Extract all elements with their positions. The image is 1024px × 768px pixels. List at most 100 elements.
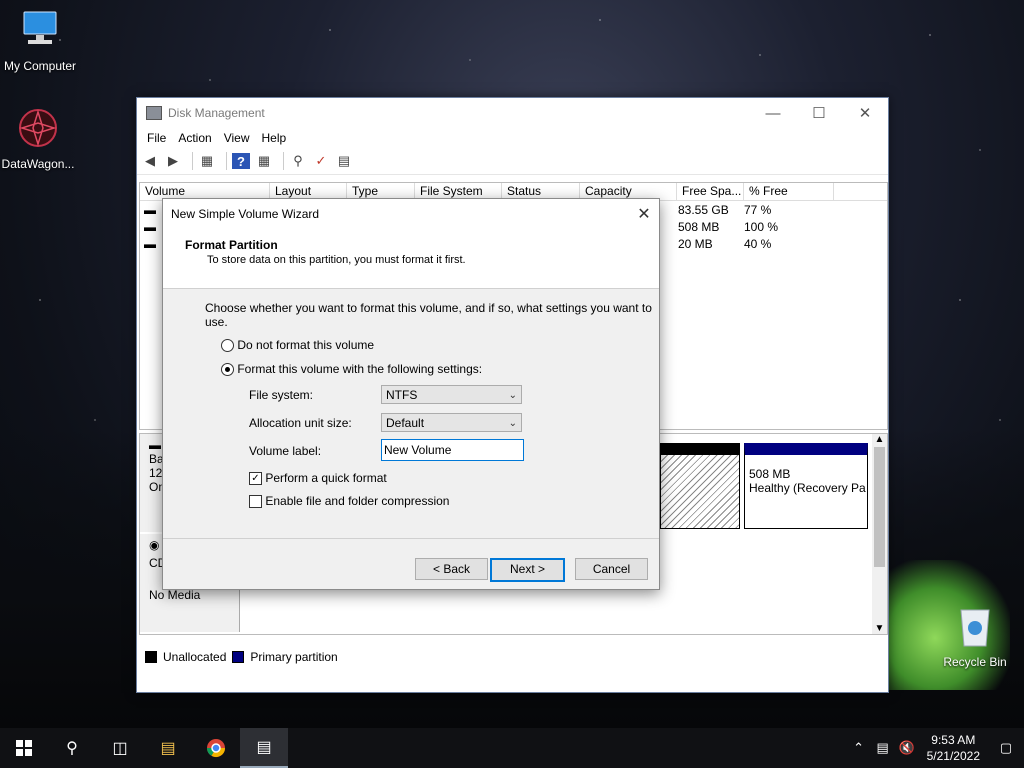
quick-format-checkbox[interactable]: ✓	[249, 472, 262, 486]
scroll-up-icon[interactable]: ▲	[872, 434, 887, 445]
back-button[interactable]: < Back	[415, 558, 488, 580]
volume-label-input[interactable]: New Volume	[381, 439, 524, 461]
connect-icon[interactable]: ⚲	[289, 153, 307, 169]
alloc-label: Allocation unit size:	[249, 416, 352, 430]
table-row-pct: 77 %	[744, 203, 772, 217]
minimize-button[interactable]: —	[750, 98, 796, 128]
chevron-down-icon: ⌄	[508, 390, 517, 401]
properties-icon[interactable]: ▦	[255, 153, 273, 169]
allocation-unit-select[interactable]: Default ⌄	[381, 413, 522, 432]
desktop-icon-label: DataWagon...	[1, 157, 75, 171]
file-system-select[interactable]: NTFS ⌄	[381, 385, 522, 404]
menu-action[interactable]: Action	[172, 131, 217, 145]
partition-recovery[interactable]: 508 MB Healthy (Recovery Pa	[744, 443, 868, 529]
windows-logo-icon	[16, 740, 32, 756]
datawagon-icon	[0, 106, 78, 153]
search-icon[interactable]: ⚲	[48, 728, 96, 768]
help-icon[interactable]: ?	[232, 153, 250, 169]
quick-format-option[interactable]: ✓ Perform a quick format	[249, 471, 387, 486]
show-hide-console-tree-icon[interactable]: ▦	[198, 153, 216, 169]
volume-label-value: New Volume	[384, 443, 452, 457]
dialog-button-bar: < Back Next > Cancel	[163, 538, 659, 589]
scroll-down-icon[interactable]: ▼	[872, 623, 887, 634]
partition-status: Healthy (Recovery Pa	[749, 481, 866, 495]
maximize-button[interactable]: ☐	[796, 98, 842, 128]
chevron-down-icon: ⌄	[508, 418, 517, 429]
close-button[interactable]: ✕	[842, 98, 888, 128]
volume-icon: ▬	[144, 220, 156, 234]
radio-button-selected[interactable]	[221, 363, 234, 377]
dialog-close-icon[interactable]: ✕	[629, 204, 659, 224]
table-row-free: 83.55 GB	[678, 203, 729, 217]
desktop-icon-label: My Computer	[3, 59, 77, 73]
table-row-pct: 40 %	[744, 237, 772, 251]
col-free-space[interactable]: Free Spa...	[677, 183, 744, 200]
next-button[interactable]: Next >	[490, 558, 565, 582]
taskbar: ⚲ ◫ ▤ ▤ ⌃ ▤ 🔇 9:53 AM 5/21/2022 ▢	[0, 728, 1024, 768]
compression-option[interactable]: Enable file and folder compression	[249, 494, 450, 509]
cdrom-status: No Media	[149, 588, 201, 602]
disk-management-taskbar-icon[interactable]: ▤	[240, 728, 288, 768]
legend: Unallocated Primary partition	[139, 647, 886, 667]
col-percent-free[interactable]: % Free	[744, 183, 834, 200]
check-icon[interactable]: ✓	[312, 153, 330, 169]
clock-time: 9:53 AM	[931, 733, 976, 747]
network-icon[interactable]: ▤	[871, 740, 895, 756]
legend-primary-swatch	[232, 651, 245, 663]
partition-hatched[interactable]	[660, 443, 740, 529]
window-titlebar[interactable]: Disk Management — ☐ ✕	[137, 98, 888, 128]
dialog-heading: Format Partition	[185, 238, 278, 252]
file-explorer-icon[interactable]: ▤	[144, 728, 192, 768]
toolbar: ◀ ▶ ▦ ? ▦ ⚲ ✓ ▤	[137, 148, 888, 175]
disk-management-icon	[146, 106, 162, 120]
partition-size: 508 MB	[749, 467, 791, 481]
legend-unallocated: Unallocated	[163, 650, 227, 664]
forward-arrow-icon[interactable]: ▶	[164, 153, 182, 169]
table-row-pct: 100 %	[744, 220, 779, 234]
radio-format-label: Format this volume with the following se…	[237, 362, 483, 376]
compression-label: Enable file and folder compression	[265, 494, 450, 508]
dialog-subheading: To store data on this partition, you mus…	[207, 254, 466, 266]
menu-file[interactable]: File	[141, 131, 172, 145]
back-arrow-icon[interactable]: ◀	[141, 153, 159, 169]
chrome-icon[interactable]	[192, 728, 240, 768]
volume-muted-icon[interactable]: 🔇	[895, 740, 919, 756]
desktop-icon-my-computer[interactable]: My Computer	[0, 8, 80, 73]
vertical-scrollbar[interactable]: ▲ ▼	[872, 434, 887, 634]
start-button[interactable]	[0, 728, 48, 768]
file-system-value: NTFS	[386, 388, 418, 402]
clock-date: 5/21/2022	[926, 749, 980, 763]
radio-no-format-label: Do not format this volume	[237, 338, 375, 352]
scroll-thumb[interactable]	[874, 447, 885, 567]
dialog-title: New Simple Volume Wizard	[171, 206, 320, 221]
desktop-icon-recycle-bin[interactable]: Recycle Bin	[935, 604, 1015, 669]
radio-format[interactable]: Format this volume with the following se…	[221, 362, 483, 377]
clock[interactable]: 9:53 AM 5/21/2022	[919, 732, 988, 764]
new-simple-volume-wizard: New Simple Volume Wizard ✕ Format Partit…	[162, 198, 660, 590]
desktop-icon-label: Recycle Bin	[943, 655, 1007, 669]
cancel-button[interactable]: Cancel	[575, 558, 648, 580]
task-view-icon[interactable]: ◫	[96, 728, 144, 768]
chevron-up-icon[interactable]: ⌃	[847, 740, 871, 756]
desktop-icon-datawagon[interactable]: DataWagon...	[0, 106, 78, 171]
window-title: Disk Management	[168, 106, 265, 120]
quick-format-label: Perform a quick format	[265, 471, 387, 485]
menu-help[interactable]: Help	[256, 131, 293, 145]
dialog-titlebar[interactable]: New Simple Volume Wizard ✕	[163, 199, 659, 228]
instruction-text: Choose whether you want to format this v…	[205, 301, 652, 329]
volume-icon: ▬	[144, 203, 156, 217]
radio-button[interactable]	[221, 339, 234, 353]
table-row-free: 20 MB	[678, 237, 713, 251]
system-tray: ⌃ ▤ 🔇 9:53 AM 5/21/2022 ▢	[847, 728, 1024, 768]
volume-icon: ▬	[144, 237, 156, 251]
radio-no-format[interactable]: Do not format this volume	[221, 338, 375, 353]
menu-view[interactable]: View	[218, 131, 256, 145]
compression-checkbox[interactable]	[249, 495, 262, 509]
computer-icon	[0, 8, 80, 55]
legend-primary: Primary partition	[250, 650, 338, 664]
dialog-header: Format Partition To store data on this p…	[163, 228, 659, 289]
list-view-icon[interactable]: ▤	[335, 153, 353, 169]
fs-label: File system:	[249, 388, 314, 402]
dialog-body: Choose whether you want to format this v…	[163, 289, 659, 539]
notifications-icon[interactable]: ▢	[988, 740, 1024, 756]
